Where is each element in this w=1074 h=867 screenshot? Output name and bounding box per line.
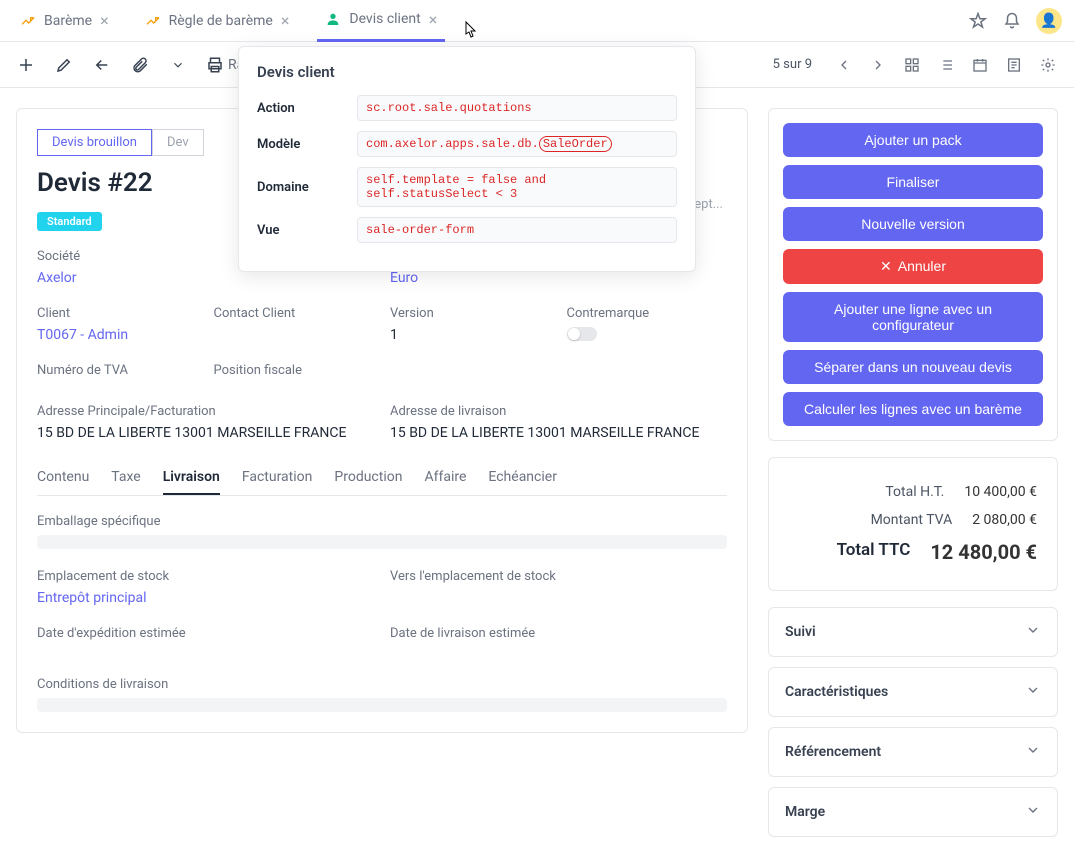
fiscal-label: Position fiscale [214, 363, 375, 378]
highlighted-classname: SaleOrder [539, 136, 612, 152]
subtab-taxe[interactable]: Taxe [111, 461, 140, 495]
chevron-right-icon[interactable] [868, 55, 888, 75]
form-icon[interactable] [1004, 55, 1024, 75]
star-icon[interactable] [968, 11, 988, 31]
popover-model-value: com.axelor.apps.sale.db.SaleOrder [357, 131, 677, 157]
pager-text: 5 sur 9 [773, 57, 812, 72]
accordion-referencement[interactable]: Référencement [768, 727, 1058, 777]
chevron-left-icon[interactable] [834, 55, 854, 75]
popover-title: Devis client [257, 63, 677, 81]
shipdate-label: Date d'expédition estimée [37, 626, 374, 641]
close-icon[interactable]: × [100, 11, 109, 30]
subtab-echeancier[interactable]: Echéancier [488, 461, 557, 495]
company-value[interactable]: Axelor [37, 270, 198, 286]
status-badge: Standard [37, 212, 102, 231]
grid-icon[interactable] [902, 55, 922, 75]
total-tva-label: Montant TVA [789, 512, 972, 528]
delivdate-label: Date de livraison estimée [390, 626, 727, 641]
packaging-input[interactable] [37, 535, 727, 549]
stockloc-value[interactable]: Entrepôt principal [37, 590, 374, 606]
currency-value[interactable]: Euro [390, 270, 551, 286]
finalize-button[interactable]: Finaliser [783, 165, 1043, 199]
conditions-label: Conditions de livraison [37, 677, 727, 692]
tab-bareme[interactable]: Barème × [12, 0, 117, 42]
close-icon[interactable]: × [429, 10, 438, 29]
total-ht-label: Total H.T. [789, 484, 964, 500]
chart-line-icon [145, 13, 161, 29]
total-ht-value: 10 400,00 € [964, 484, 1037, 500]
add-line-button[interactable]: Ajouter une ligne avec un configurateur [783, 292, 1043, 342]
subtabs: Contenu Taxe Livraison Facturation Produ… [37, 461, 727, 496]
shipaddr-value: 15 BD DE LA LIBERTE 13001 MARSEILLE FRAN… [390, 425, 727, 441]
company-label: Société [37, 249, 198, 264]
subtab-contenu[interactable]: Contenu [37, 461, 89, 495]
add-pack-button[interactable]: Ajouter un pack [783, 123, 1043, 157]
actions-card: Ajouter un pack Finaliser Nouvelle versi… [768, 108, 1058, 441]
total-tva-value: 2 080,00 € [972, 512, 1037, 528]
tab-regle[interactable]: Règle de barème × [137, 0, 298, 42]
popover-domain-label: Domaine [257, 180, 357, 195]
client-label: Client [37, 306, 198, 321]
tab-label: Règle de barème [169, 13, 273, 29]
bell-icon[interactable] [1002, 11, 1022, 31]
pencil-icon[interactable] [54, 55, 74, 75]
countermark-label: Contremarque [567, 306, 728, 321]
tech-info-popover: Devis client Action sc.root.sale.quotati… [238, 46, 696, 272]
popover-action-value: sc.root.sale.quotations [357, 95, 677, 121]
countermark-toggle[interactable] [567, 327, 597, 341]
tab-label: Barème [44, 13, 92, 29]
subtab-livraison[interactable]: Livraison [163, 461, 220, 495]
list-icon[interactable] [936, 55, 956, 75]
new-version-button[interactable]: Nouvelle version [783, 207, 1043, 241]
accordion-marge[interactable]: Marge [768, 787, 1058, 837]
avatar[interactable]: 👤 [1036, 8, 1062, 34]
billaddr-label: Adresse Principale/Facturation [37, 404, 374, 419]
chevron-down-icon [1025, 682, 1041, 702]
plus-icon[interactable] [16, 55, 36, 75]
tab-devis-client[interactable]: Devis client × [317, 0, 445, 42]
totals-card: Total H.T.10 400,00 € Montant TVA2 080,0… [768, 457, 1058, 591]
contact-label: Contact Client [214, 306, 375, 321]
split-button[interactable]: Séparer dans un nouveau devis [783, 350, 1043, 384]
chevron-down-icon [1025, 622, 1041, 642]
popover-domain-value: self.template = false and self.statusSel… [357, 167, 677, 207]
popover-model-label: Modèle [257, 137, 357, 152]
conditions-input[interactable] [37, 698, 727, 712]
popover-action-label: Action [257, 101, 357, 116]
accordion-suivi[interactable]: Suivi [768, 607, 1058, 657]
chevron-down-icon [1025, 802, 1041, 822]
client-value[interactable]: T0067 - Admin [37, 327, 198, 343]
subtab-production[interactable]: Production [334, 461, 402, 495]
accordion-caracteristiques[interactable]: Caractéristiques [768, 667, 1058, 717]
tab-label: Devis client [349, 11, 420, 27]
person-icon [325, 11, 341, 27]
gear-icon[interactable] [1038, 55, 1058, 75]
chart-line-icon [20, 13, 36, 29]
popover-view-value: sale-order-form [357, 217, 677, 243]
cancel-button[interactable]: ✕Annuler [783, 249, 1043, 284]
paperclip-icon[interactable] [130, 55, 150, 75]
billaddr-value: 15 BD DE LA LIBERTE 13001 MARSEILLE FRAN… [37, 425, 374, 441]
step-current[interactable]: Devis brouillon [37, 129, 152, 156]
stockloc-label: Emplacement de stock [37, 569, 374, 584]
close-icon[interactable]: × [281, 11, 290, 30]
popover-view-label: Vue [257, 223, 357, 238]
shipaddr-label: Adresse de livraison [390, 404, 727, 419]
total-ttc-value: 12 480,00 € [930, 540, 1037, 564]
vat-label: Numéro de TVA [37, 363, 198, 378]
back-arrow-icon[interactable] [92, 55, 112, 75]
step-next[interactable]: Dev [152, 129, 204, 156]
tabs-bar: Barème × Règle de barème × Devis client … [0, 0, 1074, 42]
subtab-affaire[interactable]: Affaire [424, 461, 466, 495]
chevron-down-icon [1025, 742, 1041, 762]
tostock-label: Vers l'emplacement de stock [390, 569, 727, 584]
packaging-label: Emballage spécifique [37, 514, 727, 529]
calendar-icon[interactable] [970, 55, 990, 75]
version-label: Version [390, 306, 551, 321]
version-value: 1 [390, 327, 551, 343]
subtab-facturation[interactable]: Facturation [242, 461, 313, 495]
total-ttc-label: Total TTC [789, 540, 930, 564]
calc-button[interactable]: Calculer les lignes avec un barème [783, 392, 1043, 426]
chevron-down-icon[interactable] [168, 55, 188, 75]
